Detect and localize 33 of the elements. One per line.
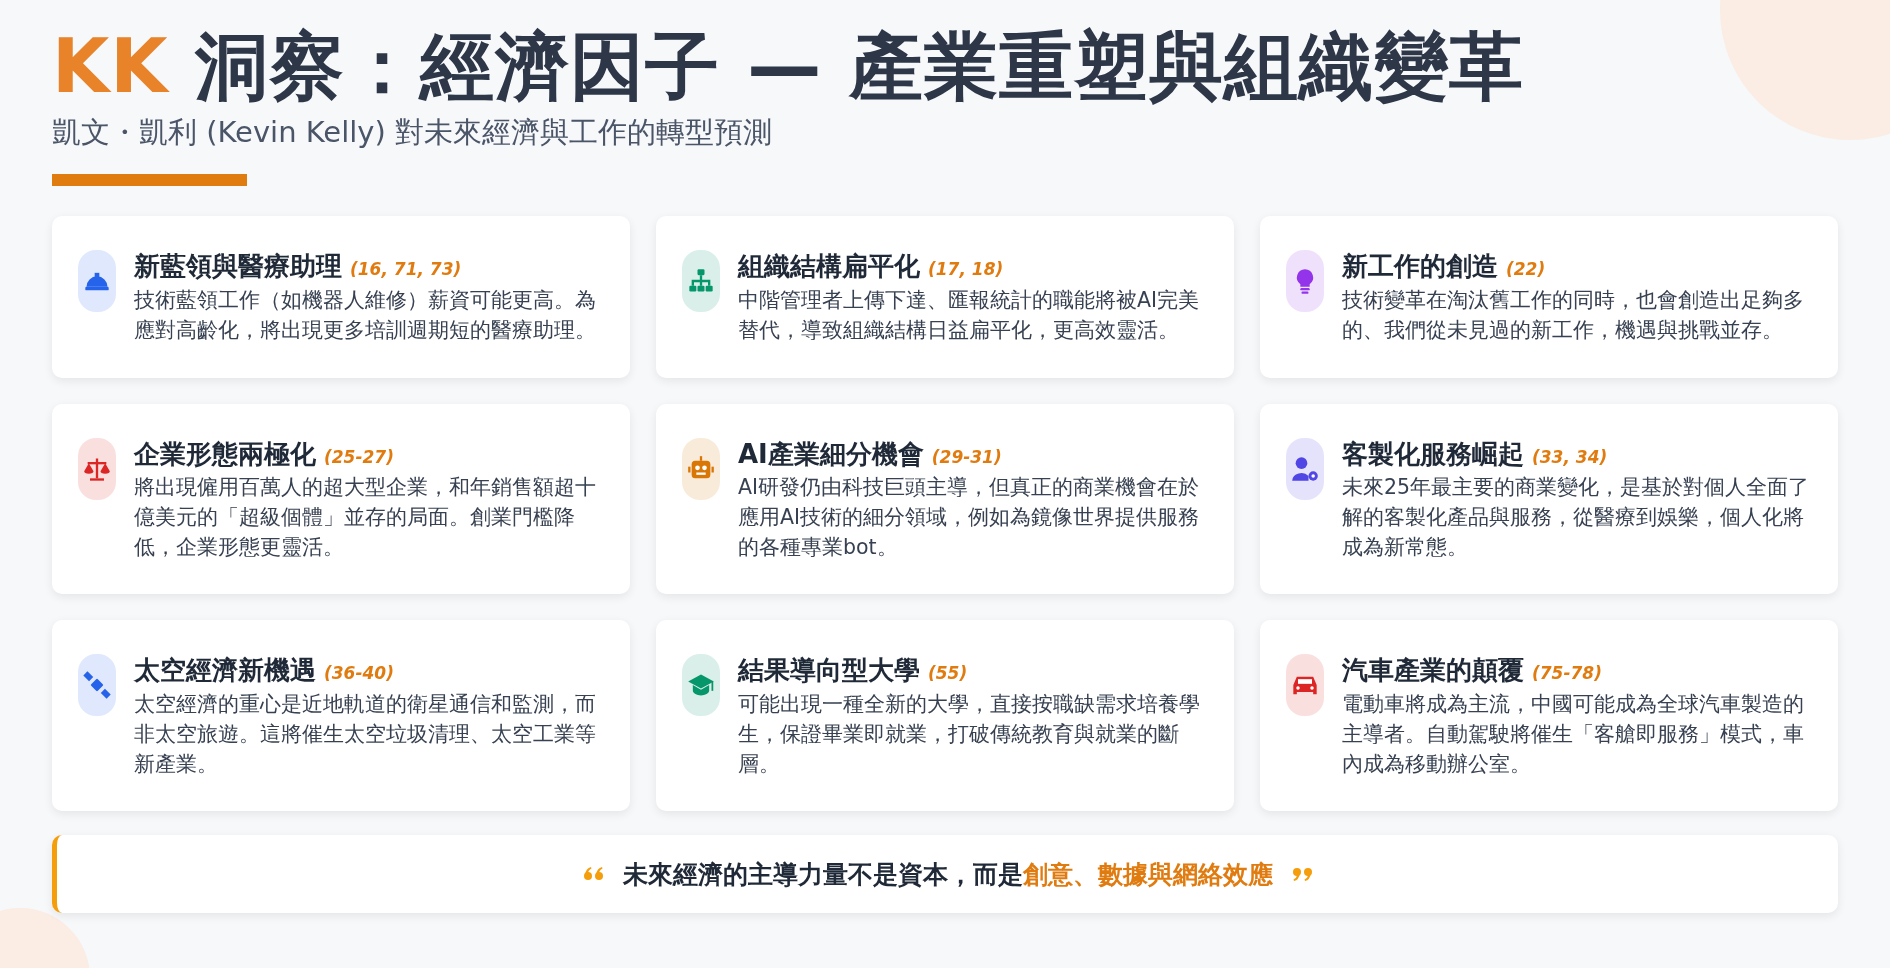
card-title: AI產業細分機會 xyxy=(738,438,924,469)
card-description: 電動車將成為主流，中國可能成為全球汽車製造的主導者。自動駕駛將催生「客艙即服務」模式，車內成為移動辦公室。 xyxy=(1342,691,1805,778)
page-reference: (55) xyxy=(928,663,968,684)
user-gear-icon xyxy=(1291,454,1319,483)
card-title: 新工作的創造 xyxy=(1342,251,1498,282)
page-reference: (29-31) xyxy=(931,446,1002,467)
card-description: 技術變革在淘汰舊工作的同時，也會創造出足夠多的、我們從未見過的新工作，機遇與挑戰並存。 xyxy=(1342,287,1805,344)
page-reference: (17, 18) xyxy=(928,259,1004,280)
card-title: 新藍領與醫療助理 xyxy=(134,251,342,282)
card-description: 未來25年最主要的商業變化，是基於對個人全面了解的客製化產品與服務，從醫療到娛樂，個人化將成為新常態。 xyxy=(1342,474,1810,561)
page-title: 洞察：經濟因子 — 產業重塑與組織變革 xyxy=(195,23,1524,109)
card-title: 客製化服務崛起 xyxy=(1342,438,1524,469)
card-title: 太空經濟新機遇 xyxy=(134,655,316,686)
card-description: 中階管理者上傳下達、匯報統計的職能將被AI完美替代，導致組織結構日益扁平化，更高效靈活。 xyxy=(738,287,1201,344)
card-title: 組織結構扁平化 xyxy=(738,251,920,282)
brand-logo: KK xyxy=(52,23,169,109)
card-title: 結果導向型大學 xyxy=(738,655,920,686)
card-description: 技術藍領工作（如機器人維修）薪資可能更高。為應對高齡化，將出現更多培訓週期短的醫療助理。 xyxy=(134,287,597,344)
card-title: 汽車產業的顛覆 xyxy=(1342,655,1524,686)
page-reference: (16, 71, 73) xyxy=(350,259,462,280)
quote-close-icon xyxy=(1290,865,1313,884)
quote-text: 未來經濟的主導力量不是資本，而是創意、數據與網絡效應 xyxy=(622,858,1273,891)
page-reference: (75-78) xyxy=(1532,663,1602,684)
page-reference: (22) xyxy=(1506,259,1546,280)
page-reference: (25-27) xyxy=(324,446,394,467)
page-reference: (36-40) xyxy=(324,663,394,684)
card-description: 太空經濟的重心是近地軌道的衛星通信和監測，而非太空旅遊。這將催生太空垃圾清理、太空工業等新產業。 xyxy=(134,691,597,778)
page-subtitle: 凱文・凱利 (Kevin Kelly) 對未來經濟與工作的轉型預測 xyxy=(52,113,773,151)
card-description: 將出現僱用百萬人的超大型企業，和年銷售額超十億美元的「超級個體」並存的局面。創業門檻降低，企業形態更靈活。 xyxy=(134,474,597,561)
page-reference: (33, 34) xyxy=(1532,446,1608,467)
card-title: 企業形態兩極化 xyxy=(134,438,316,469)
card-description: AI研發仍由科技巨頭主導，但真正的商業機會在於應用AI技術的細分領域，例如為鏡像世界提供服務的各種專業bot。 xyxy=(738,474,1201,561)
card-description: 可能出現一種全新的大學，直接按職缺需求培養學生，保證畢業即就業，打破傳統教育與就業的斷層。 xyxy=(738,691,1201,778)
